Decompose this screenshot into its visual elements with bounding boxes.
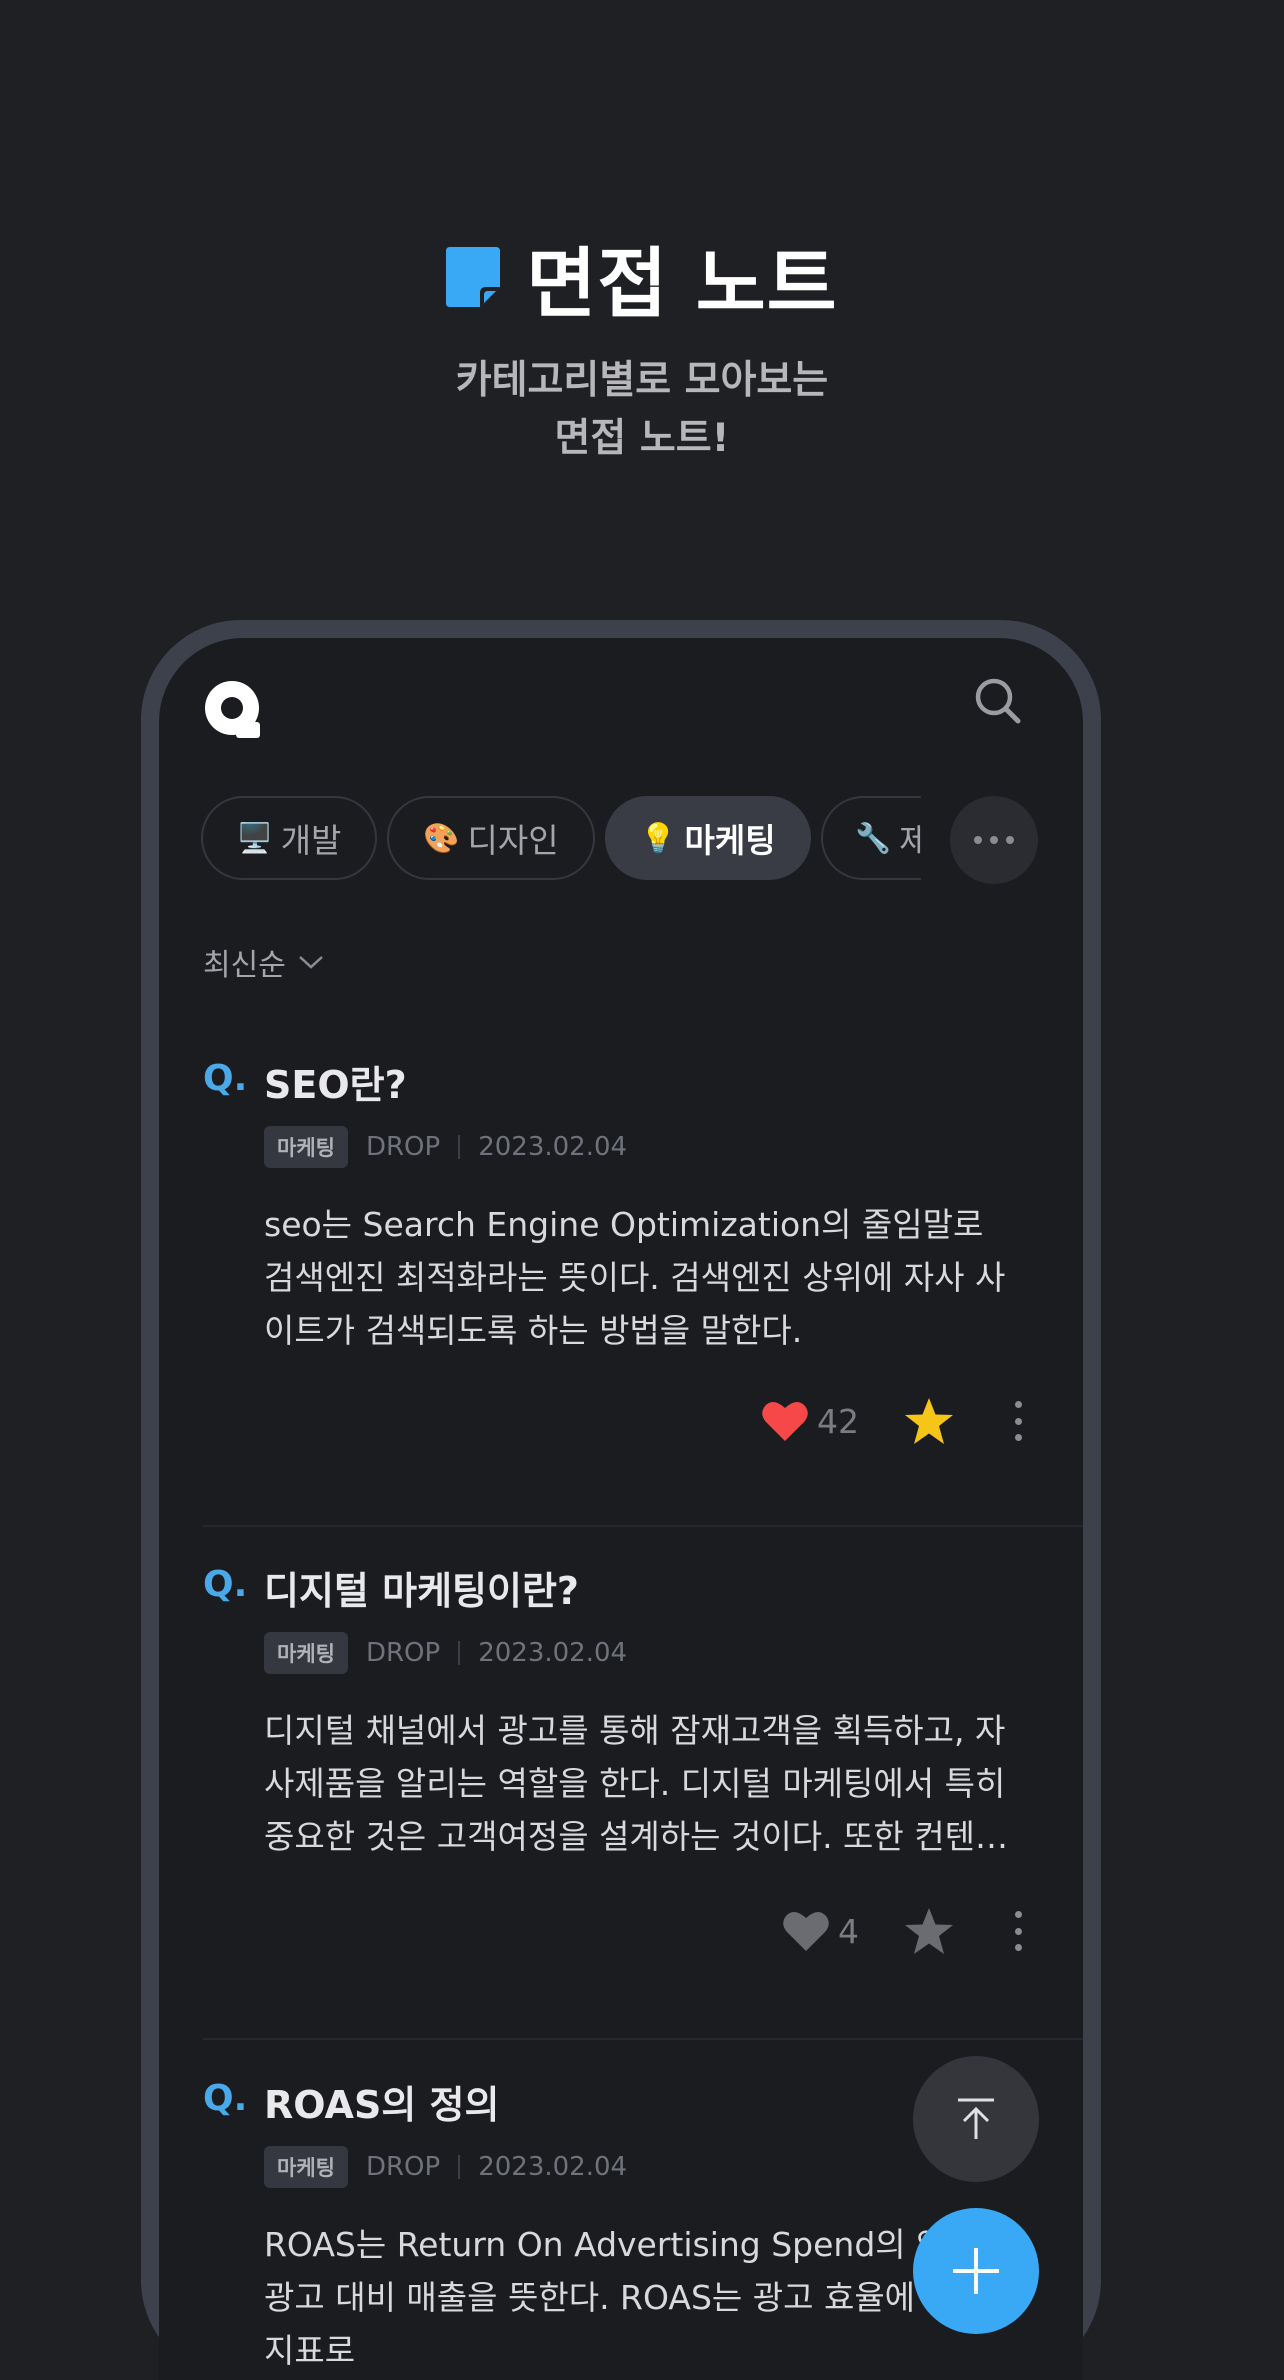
question-body: ROAS는 Return On Advertising Spend의 약자로 광… xyxy=(264,2225,1008,2370)
date: 2023.02.04 xyxy=(478,1132,628,1162)
card-divider xyxy=(203,2038,1083,2040)
question-body: 디지털 채널에서 광고를 통해 잠재고객을 획득하고, 자사제품을 알리는 역할… xyxy=(264,1711,1006,1856)
more-options-button[interactable] xyxy=(1013,1401,1023,1441)
hero-heading: 면접 노트 xyxy=(526,239,838,328)
like-count: 4 xyxy=(838,1911,859,1951)
category-tag: 마케팅 xyxy=(264,1126,348,1168)
q-marker: Q. xyxy=(203,1564,248,1605)
question-title[interactable]: SEO란? xyxy=(264,1054,407,1109)
tab-label: 마케팅 xyxy=(684,821,776,860)
add-question-button[interactable] xyxy=(913,2208,1039,2334)
dot xyxy=(1006,836,1014,844)
date: 2023.02.04 xyxy=(478,2152,628,2182)
card-actions: 42 xyxy=(761,1396,1023,1446)
question-meta: 마케팅 DROP 2023.02.04 xyxy=(264,2146,627,2188)
category-tag: 마케팅 xyxy=(264,1632,348,1674)
dot xyxy=(974,836,982,844)
chevron-down-icon xyxy=(298,956,323,969)
author: DROP xyxy=(365,2152,441,2182)
author: DROP xyxy=(365,1132,441,1162)
dot xyxy=(1014,1434,1022,1441)
hero-title: 면접 노트 xyxy=(0,222,1284,332)
dot xyxy=(1014,1944,1022,1951)
star-icon[interactable] xyxy=(903,1906,955,1956)
tab-label: 개발 xyxy=(280,821,342,860)
lightbulb-icon: 💡 xyxy=(640,820,677,855)
dot xyxy=(1014,1417,1022,1425)
wrench-icon: 🔧 xyxy=(855,820,892,855)
star-icon[interactable] xyxy=(903,1396,955,1446)
scroll-to-top-button[interactable] xyxy=(913,2056,1039,2182)
question-card[interactable]: Q. SEO란? 마케팅 DROP 2023.02.04 seo는 Search… xyxy=(159,1058,1083,1528)
more-categories-button[interactable] xyxy=(950,796,1038,884)
sort-label: 최신순 xyxy=(203,948,286,983)
dot xyxy=(1014,1911,1022,1918)
category-tabs: 🖥️ 개발 🎨 디자인 💡 마케팅 🔧 제 xyxy=(201,796,921,884)
q-marker: Q. xyxy=(203,2078,248,2119)
tab-category-dev[interactable]: 🖥️ 개발 xyxy=(201,796,377,880)
tab-category-design[interactable]: 🎨 디자인 xyxy=(387,796,595,880)
sort-dropdown[interactable]: 최신순 xyxy=(203,940,324,984)
question-meta: 마케팅 DROP 2023.02.04 xyxy=(264,1126,627,1168)
heart-icon xyxy=(783,1911,829,1951)
meta-divider xyxy=(458,1641,461,1665)
author: DROP xyxy=(365,1638,441,1668)
meta-divider xyxy=(458,2155,461,2179)
note-icon xyxy=(446,247,501,307)
like-count: 42 xyxy=(817,1401,859,1441)
like-button[interactable]: 42 xyxy=(761,1399,859,1443)
tab-label: 제 xyxy=(899,821,921,860)
like-button[interactable]: 4 xyxy=(782,1909,859,1953)
question-title[interactable]: ROAS의 정의 xyxy=(264,2074,499,2129)
question-body: seo는 Search Engine Optimization의 줄임말로 검색… xyxy=(264,1205,1006,1350)
q-marker: Q. xyxy=(203,1058,248,1099)
more-options-button[interactable] xyxy=(1013,1911,1023,1951)
question-title[interactable]: 디지털 마케팅이란? xyxy=(264,1560,579,1615)
tab-label: 디자인 xyxy=(467,821,559,860)
hero-subtitle-line1: 카테고리별로 모아보는 xyxy=(455,358,829,403)
dot xyxy=(1014,1927,1022,1935)
hero-subtitle: 카테고리별로 모아보는 면접 노트! xyxy=(0,352,1284,468)
dot xyxy=(990,836,998,844)
meta-divider xyxy=(458,1135,461,1159)
date: 2023.02.04 xyxy=(478,1638,628,1668)
question-meta: 마케팅 DROP 2023.02.04 xyxy=(264,1632,627,1674)
palette-icon: 🎨 xyxy=(423,820,460,855)
tab-category-production[interactable]: 🔧 제 xyxy=(821,796,921,880)
question-card[interactable]: Q. 디지털 마케팅이란? 마케팅 DROP 2023.02.04 디지털 채널… xyxy=(159,1564,1083,2034)
card-actions: 4 xyxy=(782,1906,1023,1956)
arrow-up-icon xyxy=(958,2098,994,2139)
monitor-icon: 🖥️ xyxy=(236,820,273,855)
heart-icon xyxy=(762,1401,808,1441)
q-logo-icon[interactable] xyxy=(203,678,263,740)
plus-icon xyxy=(974,2248,978,2294)
tab-category-marketing[interactable]: 💡 마케팅 xyxy=(605,796,811,880)
card-divider xyxy=(203,1525,1083,1527)
category-tag: 마케팅 xyxy=(264,2146,348,2188)
search-icon[interactable] xyxy=(973,676,1023,726)
hero-subtitle-line2: 면접 노트! xyxy=(554,416,730,461)
dot xyxy=(1014,1401,1022,1408)
